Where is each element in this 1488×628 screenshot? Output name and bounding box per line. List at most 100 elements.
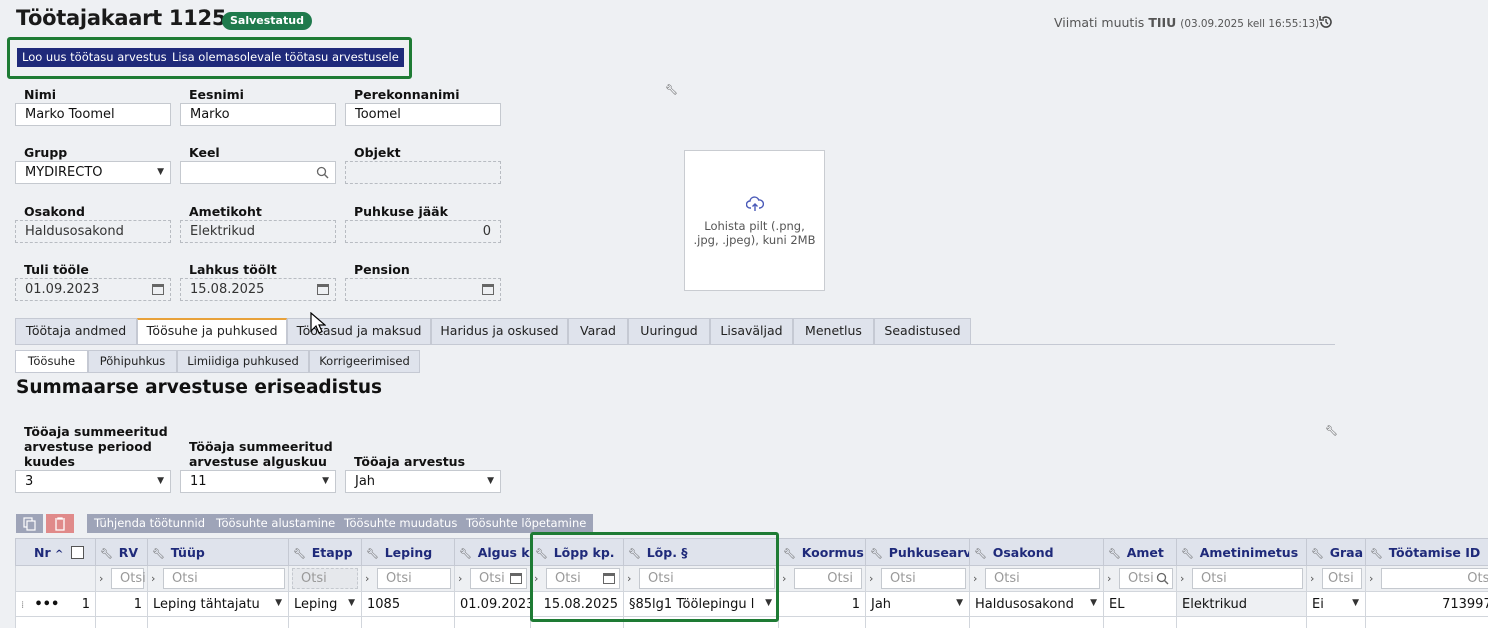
col-role-name[interactable]: 🔧︎ Ametinimetus <box>1176 538 1307 566</box>
col-vacation[interactable]: 🔧︎ Puhkusearv <box>865 538 970 566</box>
row-work-id[interactable]: 7139979 <box>1365 591 1488 617</box>
first-name-field[interactable]: Marko <box>180 103 336 126</box>
employment-change-button[interactable]: Töösuhte muudatus <box>337 514 465 533</box>
filter-graa-input[interactable]: Otsi <box>1322 568 1362 589</box>
subtab-limited-vacations[interactable]: Limiidiga puhkused <box>177 350 309 373</box>
calendar-icon[interactable] <box>317 284 329 295</box>
start-month-value: 11 <box>190 474 207 489</box>
col-contract[interactable]: 🔧︎ Leping <box>361 538 455 566</box>
col-start-date[interactable]: 🔧︎ Algus kp <box>454 538 531 566</box>
row-department[interactable]: Haldusosakond ▼ <box>969 591 1104 617</box>
chevron-right-icon: › <box>151 572 156 585</box>
photo-dropzone[interactable]: Lohista pilt (.png, .jpg, .jpeg), kuni 2… <box>684 150 825 291</box>
row-stage[interactable]: Leping ▼ <box>288 591 362 617</box>
filter-rv-input[interactable]: Otsi <box>111 568 146 589</box>
chevron-down-icon: ▼ <box>322 476 329 486</box>
tab-surveys[interactable]: Uuringud <box>628 318 710 344</box>
row-end-paragraph-value: §85lg1 Töölepingu l <box>629 596 755 612</box>
col-role[interactable]: 🔧︎ Amet <box>1103 538 1177 566</box>
search-icon[interactable] <box>316 166 329 179</box>
time-calc-select[interactable]: Jah ▼ <box>345 470 501 493</box>
table-row[interactable] <box>15 616 1488 628</box>
tab-extra-fields[interactable]: Lisaväljad <box>710 318 793 344</box>
filter-para-input[interactable]: Otsi <box>639 568 775 589</box>
history-icon[interactable] <box>1318 14 1334 30</box>
chevron-right-icon: › <box>99 572 104 585</box>
end-date-label: Lahkus töölt <box>189 262 277 277</box>
row-start-date[interactable]: 01.09.2023 <box>454 591 531 617</box>
drag-handle-icon[interactable]: ⁞ <box>21 600 24 611</box>
wrench-icon[interactable]: 🔧︎ <box>665 85 678 96</box>
start-month-select[interactable]: 11 ▼ <box>180 470 336 493</box>
filter-start-input[interactable]: Otsi <box>470 568 527 589</box>
filter-role-name-input[interactable]: Otsi <box>1192 568 1303 589</box>
subtab-corrections[interactable]: Korrigeerimised <box>309 350 420 373</box>
tab-salaries-taxes[interactable]: Töötasud ja maksud <box>287 318 431 344</box>
col-department[interactable]: 🔧︎ Osakond <box>969 538 1104 566</box>
language-field[interactable] <box>180 161 336 184</box>
row-end-date[interactable]: 15.08.2025 <box>530 591 624 617</box>
row-role[interactable]: EL <box>1103 591 1177 617</box>
filter-work-id-input[interactable]: Otsi <box>1381 568 1488 589</box>
tab-employee-data[interactable]: Töötaja andmed <box>15 318 137 344</box>
copy-button[interactable] <box>16 514 43 533</box>
calendar-icon[interactable] <box>510 573 522 584</box>
row-menu-icon[interactable]: ••• <box>34 597 59 612</box>
col-type[interactable]: 🔧︎ Tüüp <box>147 538 289 566</box>
tab-settings[interactable]: Seadistused <box>874 318 971 344</box>
group-select[interactable]: MYDIRECTO ▼ <box>15 161 171 184</box>
row-rv[interactable]: 1 <box>95 591 148 617</box>
col-rv[interactable]: 🔧︎ RV <box>95 538 148 566</box>
chevron-right-icon: › <box>782 572 787 585</box>
page-title: Töötajakaart 1125 <box>16 6 227 30</box>
add-to-salary-button[interactable]: Lisa olemasolevale töötasu arvestusele <box>167 48 404 67</box>
filter-load-input[interactable]: Otsi <box>794 568 862 589</box>
delete-button[interactable] <box>46 514 74 533</box>
tab-education-skills[interactable]: Haridus ja oskused <box>431 318 568 344</box>
tab-procedure[interactable]: Menetlus <box>793 318 874 344</box>
subtab-employment[interactable]: Töösuhe <box>15 350 88 373</box>
col-nr[interactable]: Nr ^ <box>15 538 96 566</box>
wrench-icon[interactable]: 🔧︎ <box>1325 426 1338 437</box>
col-stage[interactable]: 🔧︎ Etapp <box>288 538 362 566</box>
last-name-field[interactable]: Toomel <box>345 103 501 126</box>
row-load[interactable]: 1 <box>778 591 866 617</box>
employment-start-button[interactable]: Töösuhte alustamine <box>209 514 343 533</box>
select-all-checkbox[interactable] <box>70 545 84 559</box>
col-end-paragraph[interactable]: 🔧︎ Lõp. § <box>623 538 779 566</box>
filter-para-cell: › Otsi <box>623 565 779 592</box>
clear-hours-button[interactable]: Tühjenda töötunnid <box>87 514 213 533</box>
row-end-paragraph[interactable]: §85lg1 Töölepingu l ▼ <box>623 591 779 617</box>
name-field[interactable]: Marko Toomel <box>15 103 171 126</box>
search-icon[interactable] <box>1156 572 1169 585</box>
col-end-date[interactable]: 🔧︎ Lõpp kp. <box>530 538 624 566</box>
tab-assets[interactable]: Varad <box>568 318 628 344</box>
filter-dept-input[interactable]: Otsi <box>985 568 1100 589</box>
filter-end-input[interactable]: Otsi <box>546 568 620 589</box>
col-graa[interactable]: 🔧︎ Graa <box>1306 538 1366 566</box>
table-row[interactable]: ⁞ ••• 1 1 Leping tähtajatu ▼ Leping ▼ 1085… <box>15 591 1488 617</box>
filter-contract-input[interactable]: Otsi <box>377 568 451 589</box>
filter-type-input[interactable]: Otsi <box>163 568 285 589</box>
period-select[interactable]: 3 ▼ <box>15 470 171 493</box>
col-load[interactable]: 🔧︎ Koormus <box>778 538 866 566</box>
row-graa[interactable]: Ei ▼ <box>1306 591 1366 617</box>
calendar-icon[interactable] <box>152 284 164 295</box>
row-vacation-value: Jah <box>871 596 892 612</box>
col-end-paragraph-label: Lõp. § <box>646 544 688 560</box>
row-type[interactable]: Leping tähtajatu ▼ <box>147 591 289 617</box>
create-salary-button[interactable]: Loo uus töötasu arvestus <box>17 48 172 67</box>
filter-vacation-input[interactable]: Otsi <box>881 568 966 589</box>
calendar-icon[interactable] <box>482 284 494 295</box>
modified-prefix: Viimati muutis <box>1054 15 1145 30</box>
wrench-icon: 🔧︎ <box>459 548 472 560</box>
tab-employment-vacations[interactable]: Töösuhe ja puhkused <box>137 318 287 344</box>
subtab-main-vacation[interactable]: Põhipuhkus <box>88 350 177 373</box>
row-contract[interactable]: 1085 <box>361 591 455 617</box>
calendar-icon[interactable] <box>603 573 615 584</box>
row-vacation[interactable]: Jah ▼ <box>865 591 970 617</box>
wrench-icon: 🔧︎ <box>293 548 306 560</box>
employment-end-button[interactable]: Töösuhte lõpetamine <box>459 514 594 533</box>
filter-role-input[interactable]: Otsi <box>1119 568 1173 589</box>
col-work-id[interactable]: 🔧︎ Töötamise ID <box>1365 538 1488 566</box>
